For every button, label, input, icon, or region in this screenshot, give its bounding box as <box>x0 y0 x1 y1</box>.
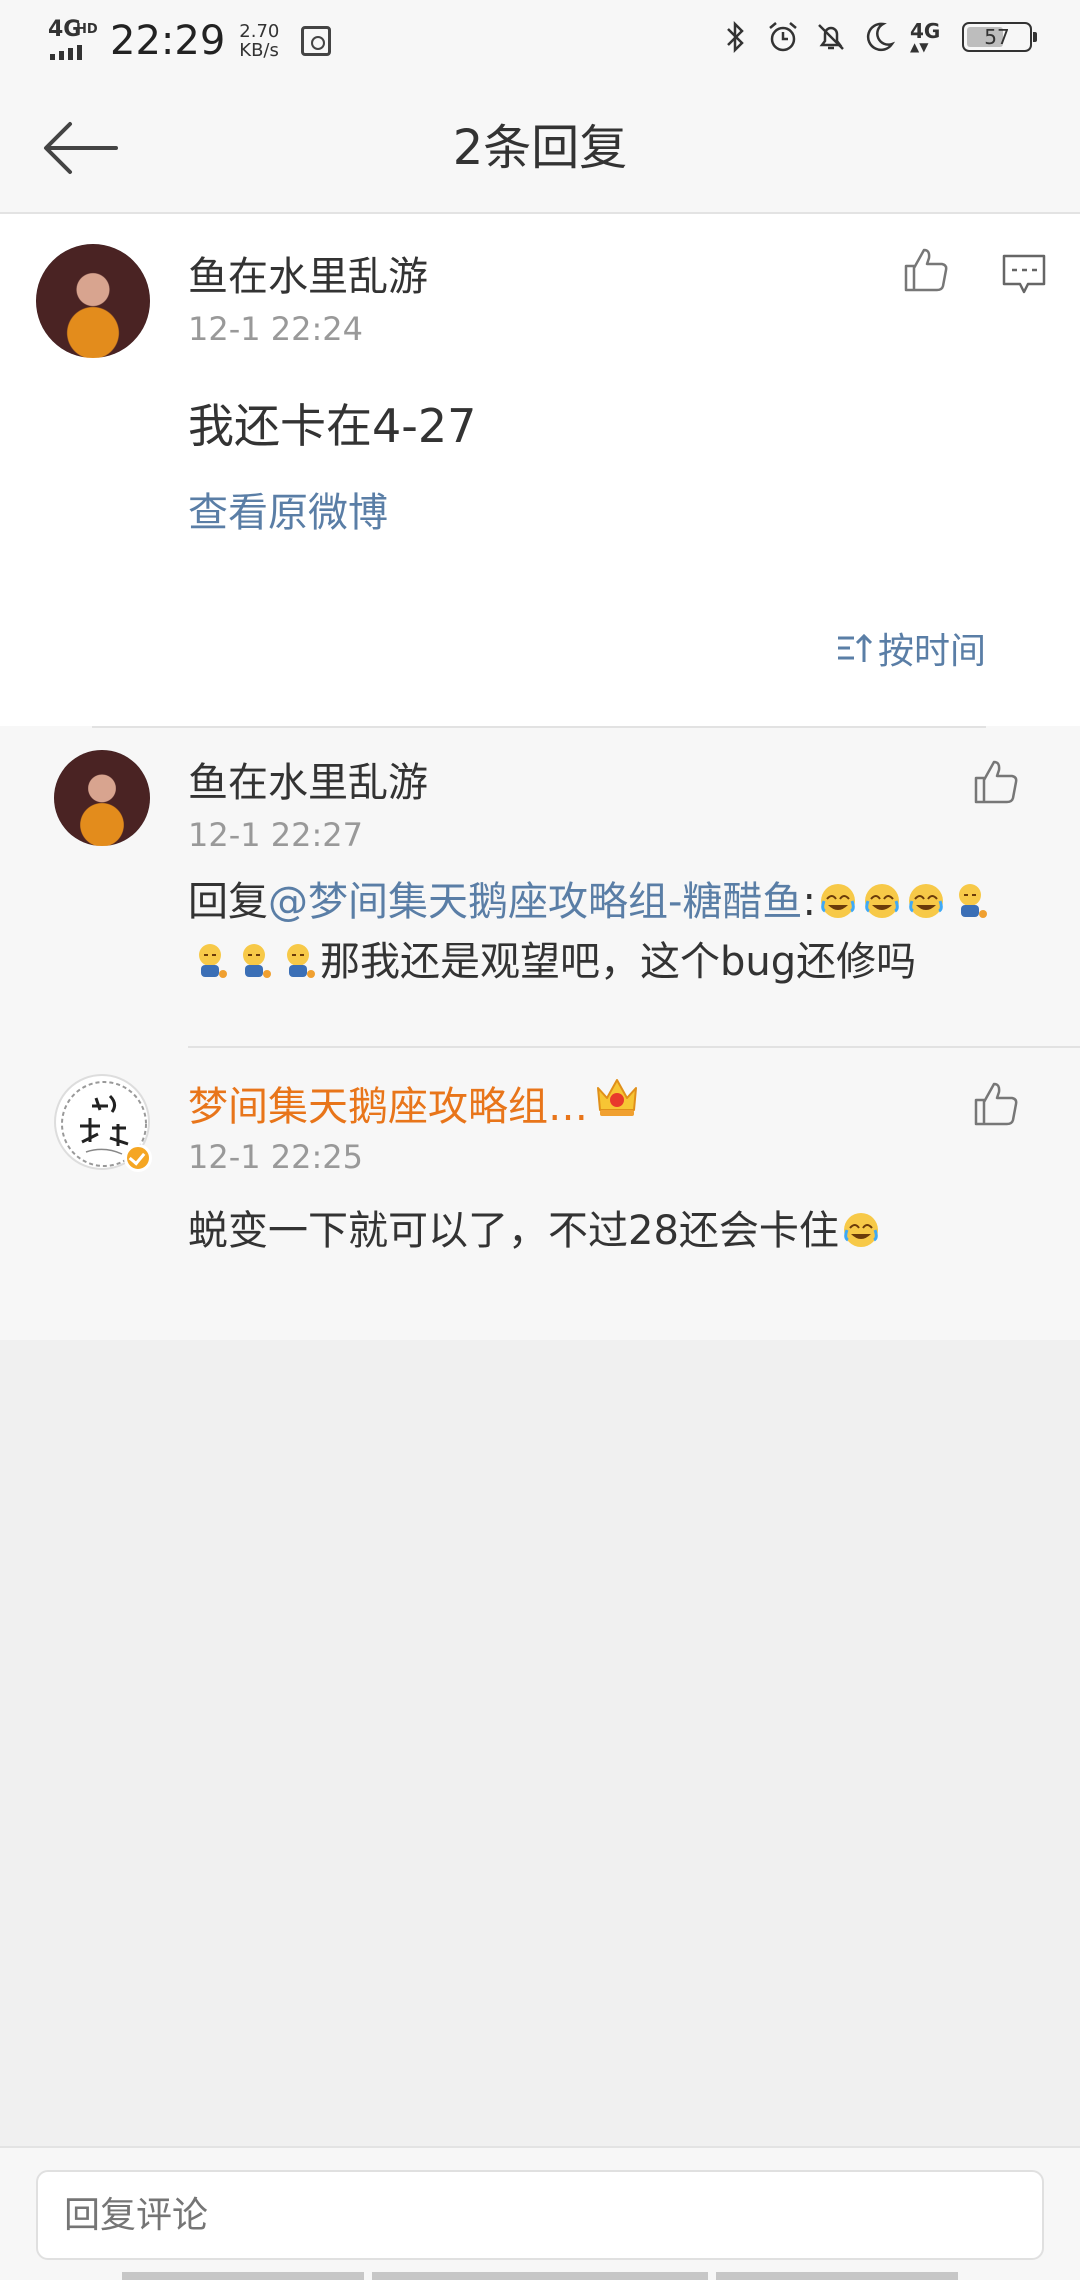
reply-comment-input[interactable] <box>36 2170 1044 2260</box>
clock: 22:29 <box>110 18 226 64</box>
top-nav-bar: 2条回复 <box>0 82 1080 214</box>
like-button[interactable] <box>970 756 1022 808</box>
sort-by-time-button[interactable]: 按时间 <box>836 622 986 674</box>
sort-icon <box>838 633 872 662</box>
thumbs-up-icon <box>974 760 1018 804</box>
avatar[interactable] <box>36 244 150 358</box>
comment-author[interactable]: 鱼在水里乱游 <box>188 244 428 302</box>
hd-label: HD <box>76 22 98 37</box>
nav-gesture-bar <box>716 2272 958 2280</box>
comment-text: 我还卡在4-27 <box>188 399 477 453</box>
avatar[interactable] <box>54 750 150 846</box>
screenshot-icon <box>301 26 332 56</box>
reply-content: 回复@梦间集天鹅座攻略组-糖醋鱼: 那我还是观望吧，这个bug还修吗 <box>188 872 1028 992</box>
comment-button[interactable] <box>998 248 1050 300</box>
do-not-disturb-moon-icon <box>862 20 896 54</box>
reply-colon: : <box>802 879 816 925</box>
alarm-icon <box>766 20 800 54</box>
like-button[interactable] <box>900 244 952 296</box>
like-button[interactable] <box>970 1078 1022 1130</box>
view-original-post-link[interactable]: 查看原微博 <box>188 480 388 538</box>
reply-list: 鱼在水里乱游 12-1 22:27 回复@梦间集天鹅座攻略组-糖醋鱼: 那我还是观… <box>0 726 1080 1340</box>
nav-gesture-bar <box>122 2272 364 2280</box>
watching-emoji-icon <box>199 944 227 978</box>
reply-text: 蜕变一下就可以了，不过28还会卡住 <box>188 1208 839 1254</box>
reply-text: 那我还是观望吧，这个bug还修吗 <box>320 939 917 985</box>
reply-time: 12-1 22:25 <box>188 1138 364 1176</box>
thumbs-up-icon <box>904 248 948 292</box>
watching-emoji-icon <box>243 944 271 978</box>
watching-emoji-icon <box>287 944 315 978</box>
laugh-cry-emoji-icon <box>864 884 899 918</box>
sort-label: 按时间 <box>878 631 987 672</box>
reply-author[interactable]: 梦间集天鹅座攻略组… <box>188 1074 588 1132</box>
speed-unit: KB/s <box>239 40 279 61</box>
laugh-cry-emoji-icon <box>908 884 943 918</box>
mute-icon <box>814 20 848 54</box>
laugh-cry-emoji-icon <box>820 884 855 918</box>
laugh-cry-emoji-icon <box>843 1213 878 1247</box>
watching-emoji-icon <box>958 884 987 918</box>
vip-crown-icon[interactable] <box>592 1074 642 1120</box>
reply-author[interactable]: 鱼在水里乱游 <box>188 750 428 808</box>
mobile-data-icon: 4G ▲▼ <box>910 21 944 53</box>
reply-content: 蜕变一下就可以了，不过28还会卡住 <box>188 1198 883 1256</box>
battery-icon: 57 <box>962 22 1037 52</box>
main-comment: 鱼在水里乱游 12-1 22:24 我还卡在4-27 查看原微博 按时间 <box>0 214 1080 726</box>
reply-time: 12-1 22:27 <box>188 816 364 854</box>
bottom-reply-bar <box>0 2146 1080 2280</box>
cellular-signal-icon: 4G HD <box>48 19 100 63</box>
mobile-data-label: 4G <box>910 19 941 43</box>
bluetooth-icon <box>718 20 752 54</box>
reply-prefix: 回复 <box>188 879 268 925</box>
verified-badge-icon <box>124 1144 152 1172</box>
page-title: 2条回复 <box>452 120 628 176</box>
network-speed: 2.70 KB/s <box>239 22 279 60</box>
mention-link[interactable]: @梦间集天鹅座攻略组-糖醋鱼 <box>268 879 802 925</box>
comment-bubble-icon <box>1002 254 1046 294</box>
battery-level: 57 <box>984 25 1010 49</box>
status-bar-left: 4G HD 22:29 2.70 KB/s <box>48 18 332 64</box>
status-bar: 4G HD 22:29 2.70 KB/s 4G ▲▼ 57 <box>0 0 1080 82</box>
nav-gesture-bar <box>372 2272 708 2280</box>
speed-value: 2.70 <box>239 21 280 42</box>
thumbs-up-icon <box>974 1082 1018 1126</box>
comment-time: 12-1 22:24 <box>188 310 364 348</box>
list-item: 梦间集天鹅座攻略组… 12-1 22:25 蜕变一下就可以了，不过28还会卡住 <box>0 1048 1080 1340</box>
list-item: 鱼在水里乱游 12-1 22:27 回复@梦间集天鹅座攻略组-糖醋鱼: 那我还是观… <box>0 726 1080 1046</box>
status-bar-right: 4G ▲▼ 57 <box>718 20 1037 54</box>
